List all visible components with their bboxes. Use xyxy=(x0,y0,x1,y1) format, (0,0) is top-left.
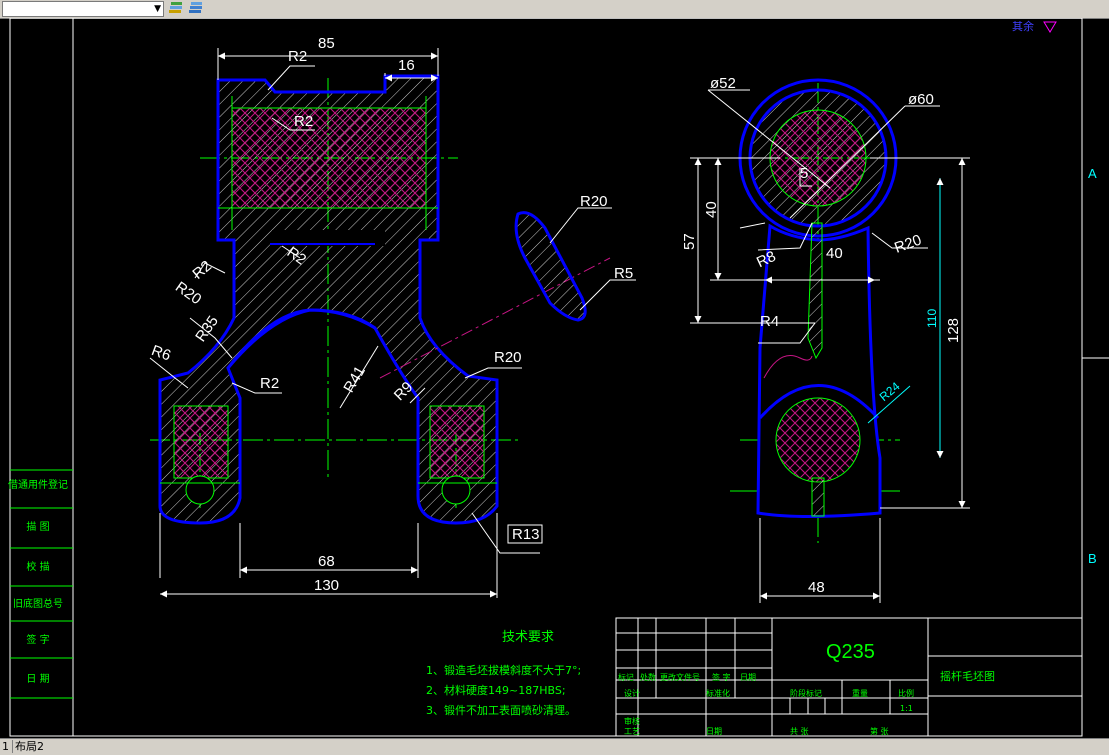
tb-standard: 标准化 xyxy=(706,689,730,698)
dim-85: 85 xyxy=(318,35,335,52)
dim-r24: R24 xyxy=(877,379,903,404)
dim-68: 68 xyxy=(318,553,335,570)
tb-count: 处数 xyxy=(640,673,656,682)
dim-5: 5 xyxy=(800,165,808,182)
zone-label-a: A xyxy=(1088,166,1097,181)
layer-states-icon[interactable] xyxy=(168,1,184,16)
tb-signature: 签 字 xyxy=(712,673,731,682)
tb-date-col: 日期 xyxy=(740,673,756,682)
dim-r2-top: R2 xyxy=(288,48,307,65)
dim-128: 128 xyxy=(945,318,962,343)
dim-r13: R13 xyxy=(512,526,540,543)
dim-110: 110 xyxy=(925,309,939,328)
drawing-canvas[interactable]: A B 其余 85 16 R2 R2 R2 R2 R20 R35 R6 R2 R… xyxy=(0,17,1109,753)
tab-layout-2[interactable]: 布局2 xyxy=(12,740,46,753)
dim-40-vert: 40 xyxy=(703,201,720,218)
dim-r2-left: R2 xyxy=(189,257,215,282)
tech-item-3: 3、锻件不加工表面喷砂清理。 xyxy=(426,704,576,717)
section-dim-r20: R20 xyxy=(580,193,608,210)
tb-process: 工艺 xyxy=(624,727,640,736)
right-boss-section xyxy=(429,405,485,479)
drawing-name: 摇杆毛坯图 xyxy=(940,669,995,683)
dim-57: 57 xyxy=(681,233,698,250)
left-label-trace: 描 图 xyxy=(26,522,50,533)
top-boss-section xyxy=(231,107,427,209)
left-boss-section xyxy=(173,405,229,479)
dim-r4: R4 xyxy=(760,313,779,330)
tb-design: 设计 xyxy=(624,689,640,698)
dim-40-horz: 40 xyxy=(826,245,843,262)
dim-r6: R6 xyxy=(149,342,173,365)
left-column-table xyxy=(10,469,73,699)
corner-note: 其余 xyxy=(1012,19,1034,33)
side-view[interactable]: ø52 ø60 5 40 57 R8 40 R20 R4 110 128 R24… xyxy=(681,75,970,603)
tb-date: 日期 xyxy=(706,727,722,736)
left-label-old-number: 旧底图总号 xyxy=(13,599,63,610)
tab-layout-1[interactable]: 1 xyxy=(0,740,11,753)
tb-mark: 标记 xyxy=(618,673,634,682)
layer-match-icon[interactable] xyxy=(188,1,204,16)
left-label-sign: 签 字 xyxy=(26,635,50,646)
dim-16: 16 xyxy=(398,57,415,74)
tb-weight: 重量 xyxy=(852,689,868,698)
dim-phi52: ø52 xyxy=(710,75,736,92)
dim-r20-side: R20 xyxy=(892,231,924,256)
tech-title: 技术要求 xyxy=(502,630,555,645)
drawing-svg: A B 其余 85 16 R2 R2 R2 R2 R20 R35 R6 R2 R… xyxy=(9,17,1109,753)
dim-130: 130 xyxy=(314,577,339,594)
tech-item-2: 2、材料硬度149~187HBS; xyxy=(426,684,566,697)
material-label: Q235 xyxy=(826,641,875,663)
dim-48: 48 xyxy=(808,579,825,596)
dim-r2-inner: R2 xyxy=(294,113,313,130)
left-label-register: 借通用件登记 xyxy=(8,480,68,491)
tb-scale: 比例 xyxy=(898,689,914,698)
dim-phi60: ø60 xyxy=(908,91,934,108)
section-view[interactable]: R20 R5 xyxy=(514,193,636,322)
layout-tab-bar: 1 布局2 xyxy=(0,738,1109,755)
tb-sheets-total: 共 张 xyxy=(790,727,809,736)
dim-r2-bottom: R2 xyxy=(260,375,279,392)
chevron-down-icon[interactable]: ▼ xyxy=(154,4,161,14)
tb-scale-value: 1:1 xyxy=(900,704,913,713)
section-dim-r5: R5 xyxy=(614,265,633,282)
roughness-icon xyxy=(1043,21,1057,33)
left-label-date: 日 期 xyxy=(26,674,50,685)
toolbar: ▼ xyxy=(0,0,1109,19)
tb-change-doc: 更改文件号 xyxy=(660,673,700,682)
tech-item-1: 1、锻造毛坯拔模斜度不大于7°; xyxy=(426,664,582,677)
dim-r20-right: R20 xyxy=(494,349,522,366)
tb-stage-mark: 阶段标记 xyxy=(790,689,822,698)
layer-dropdown[interactable]: ▼ xyxy=(2,1,164,17)
tb-sheet-no: 第 张 xyxy=(870,727,889,736)
zone-label-b: B xyxy=(1088,551,1097,566)
left-label-check: 校 描 xyxy=(26,562,50,573)
front-view[interactable]: 85 16 R2 R2 R2 R2 R20 R35 R6 R2 R41 R9 R… xyxy=(149,35,611,598)
